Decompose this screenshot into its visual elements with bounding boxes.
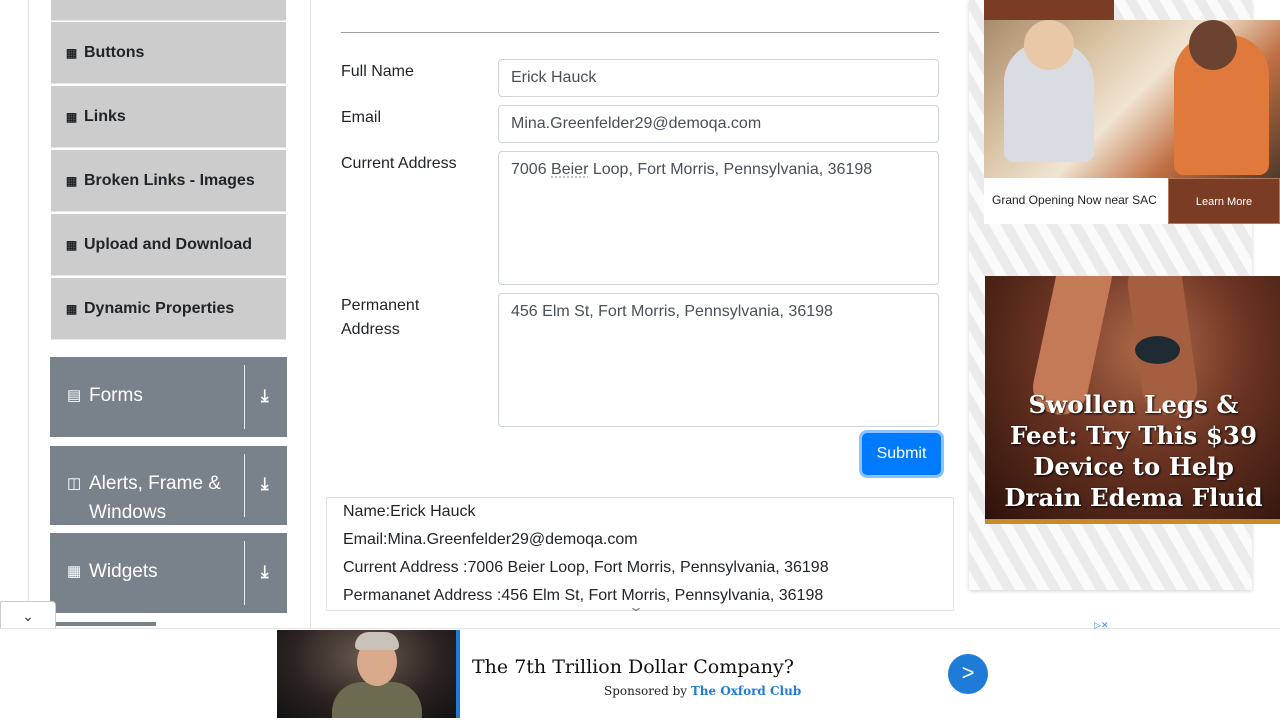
sidebar-group-alerts[interactable]: ◫ Alerts, Frame & Windows ⤓ (50, 446, 287, 525)
email-label: Email (341, 109, 382, 126)
output-panel: Name:Erick Hauck Email:Mina.Greenfelder2… (326, 497, 954, 611)
group-divider (244, 365, 245, 429)
sidebar-item-broken-links[interactable]: ▦ Broken Links - Images (51, 150, 286, 212)
submit-button[interactable]: Submit (862, 433, 941, 475)
group-label: Widgets (89, 561, 158, 582)
html5-icon: ▦ (65, 109, 78, 124)
sidebar-left-border (28, 0, 29, 628)
form-icon: ▤ (67, 387, 82, 404)
group-divider (244, 541, 245, 605)
ad-headline: Swollen Legs & Feet: Try This $39 Device… (1004, 390, 1263, 512)
full-name-label: Full Name (341, 63, 414, 80)
sidebar-item-label: Buttons (84, 43, 145, 61)
sidebar-item-previous[interactable] (51, 0, 286, 21)
group-divider (244, 454, 245, 517)
address-text: Loop, Fort Morris, Pennsylvania, 36198 (588, 161, 873, 178)
email-input[interactable] (498, 105, 939, 143)
sidebar-item-label: Broken Links - Images (84, 171, 255, 189)
download-icon: ⤓ (261, 562, 269, 581)
html5-icon: ▦ (65, 237, 78, 252)
learn-more-button[interactable]: Learn More (1168, 178, 1280, 224)
permanent-address-textarea[interactable]: 456 Elm St, Fort Morris, Pennsylvania, 3… (498, 293, 939, 427)
ad-sponsor: Sponsored by The Oxford Club (604, 684, 801, 698)
download-icon: ⤓ (261, 386, 269, 405)
ad-person-hair (355, 632, 399, 650)
ad-photo (277, 630, 460, 718)
ad-banner-tab (984, 0, 1114, 20)
ad-person-head (1024, 20, 1074, 70)
bottom-ad-banner[interactable]: The 7th Trillion Dollar Company? Sponsor… (0, 629, 1280, 720)
ad-caption: Grand Opening Now near SAC (992, 193, 1157, 207)
chevron-down-icon: ⌄ (627, 600, 645, 614)
sidebar-scroll-remnant (56, 622, 156, 626)
sponsor-name[interactable]: The Oxford Club (691, 684, 801, 698)
sidebar-item-buttons[interactable]: ▦ Buttons (51, 22, 286, 84)
output-current-address: Current Address :7006 Beier Loop, Fort M… (343, 559, 829, 576)
group-label: Alerts, Frame & Windows (89, 473, 221, 523)
form-divider (341, 32, 939, 33)
ad-photo[interactable] (984, 20, 1280, 178)
spellcheck-word: Beier (551, 161, 589, 178)
current-address-textarea[interactable]: 7006 Beier Loop, Fort Morris, Pennsylvan… (498, 151, 939, 285)
address-text: 7006 (511, 161, 552, 178)
ad-person-body (332, 682, 422, 718)
full-name-input[interactable] (498, 59, 939, 97)
sidebar-item-label: Upload and Download (84, 235, 252, 253)
sidebar-item-label: Dynamic Properties (84, 299, 235, 317)
html5-icon: ▦ (65, 301, 78, 316)
sidebar-item-label: Links (84, 107, 126, 125)
sidebar-right-border (310, 0, 311, 628)
sponsor-prefix: Sponsored by (604, 684, 691, 698)
sidebar-item-dynamic-properties[interactable]: ▦ Dynamic Properties (51, 278, 286, 340)
chevron-down-icon: ⌄ (22, 608, 34, 624)
html5-icon: ▦ (65, 45, 78, 60)
permanent-address-label: Permanent Address (341, 297, 420, 338)
ad-edema[interactable]: Swollen Legs & Feet: Try This $39 Device… (985, 276, 1280, 524)
download-icon: ⤓ (261, 474, 269, 493)
sidebar-item-links[interactable]: ▦ Links (51, 86, 286, 148)
widgets-icon: ▦ (67, 563, 82, 580)
sidebar-group-forms[interactable]: ▤ Forms ⤓ (50, 357, 287, 437)
ad-device (1135, 336, 1180, 364)
html5-icon: ▦ (65, 173, 78, 188)
output-name: Name:Erick Hauck (343, 503, 476, 520)
output-email: Email:Mina.Greenfelder29@demoqa.com (343, 531, 638, 548)
sidebar-group-widgets[interactable]: ▦ Widgets ⤓ (50, 533, 287, 613)
window-icon: ◫ (67, 475, 82, 492)
sidebar-item-upload-download[interactable]: ▦ Upload and Download (51, 214, 286, 276)
group-label: Forms (89, 385, 143, 406)
collapse-ad-button[interactable]: ⌄ (0, 601, 56, 629)
ad-headline: The 7th Trillion Dollar Company? (472, 656, 794, 678)
ad-go-button[interactable]: > (948, 654, 988, 694)
current-address-label: Current Address (341, 155, 457, 172)
ad-person-head (1189, 20, 1237, 70)
ad-caption-bar[interactable]: Grand Opening Now near SAC Learn More (984, 178, 1280, 224)
